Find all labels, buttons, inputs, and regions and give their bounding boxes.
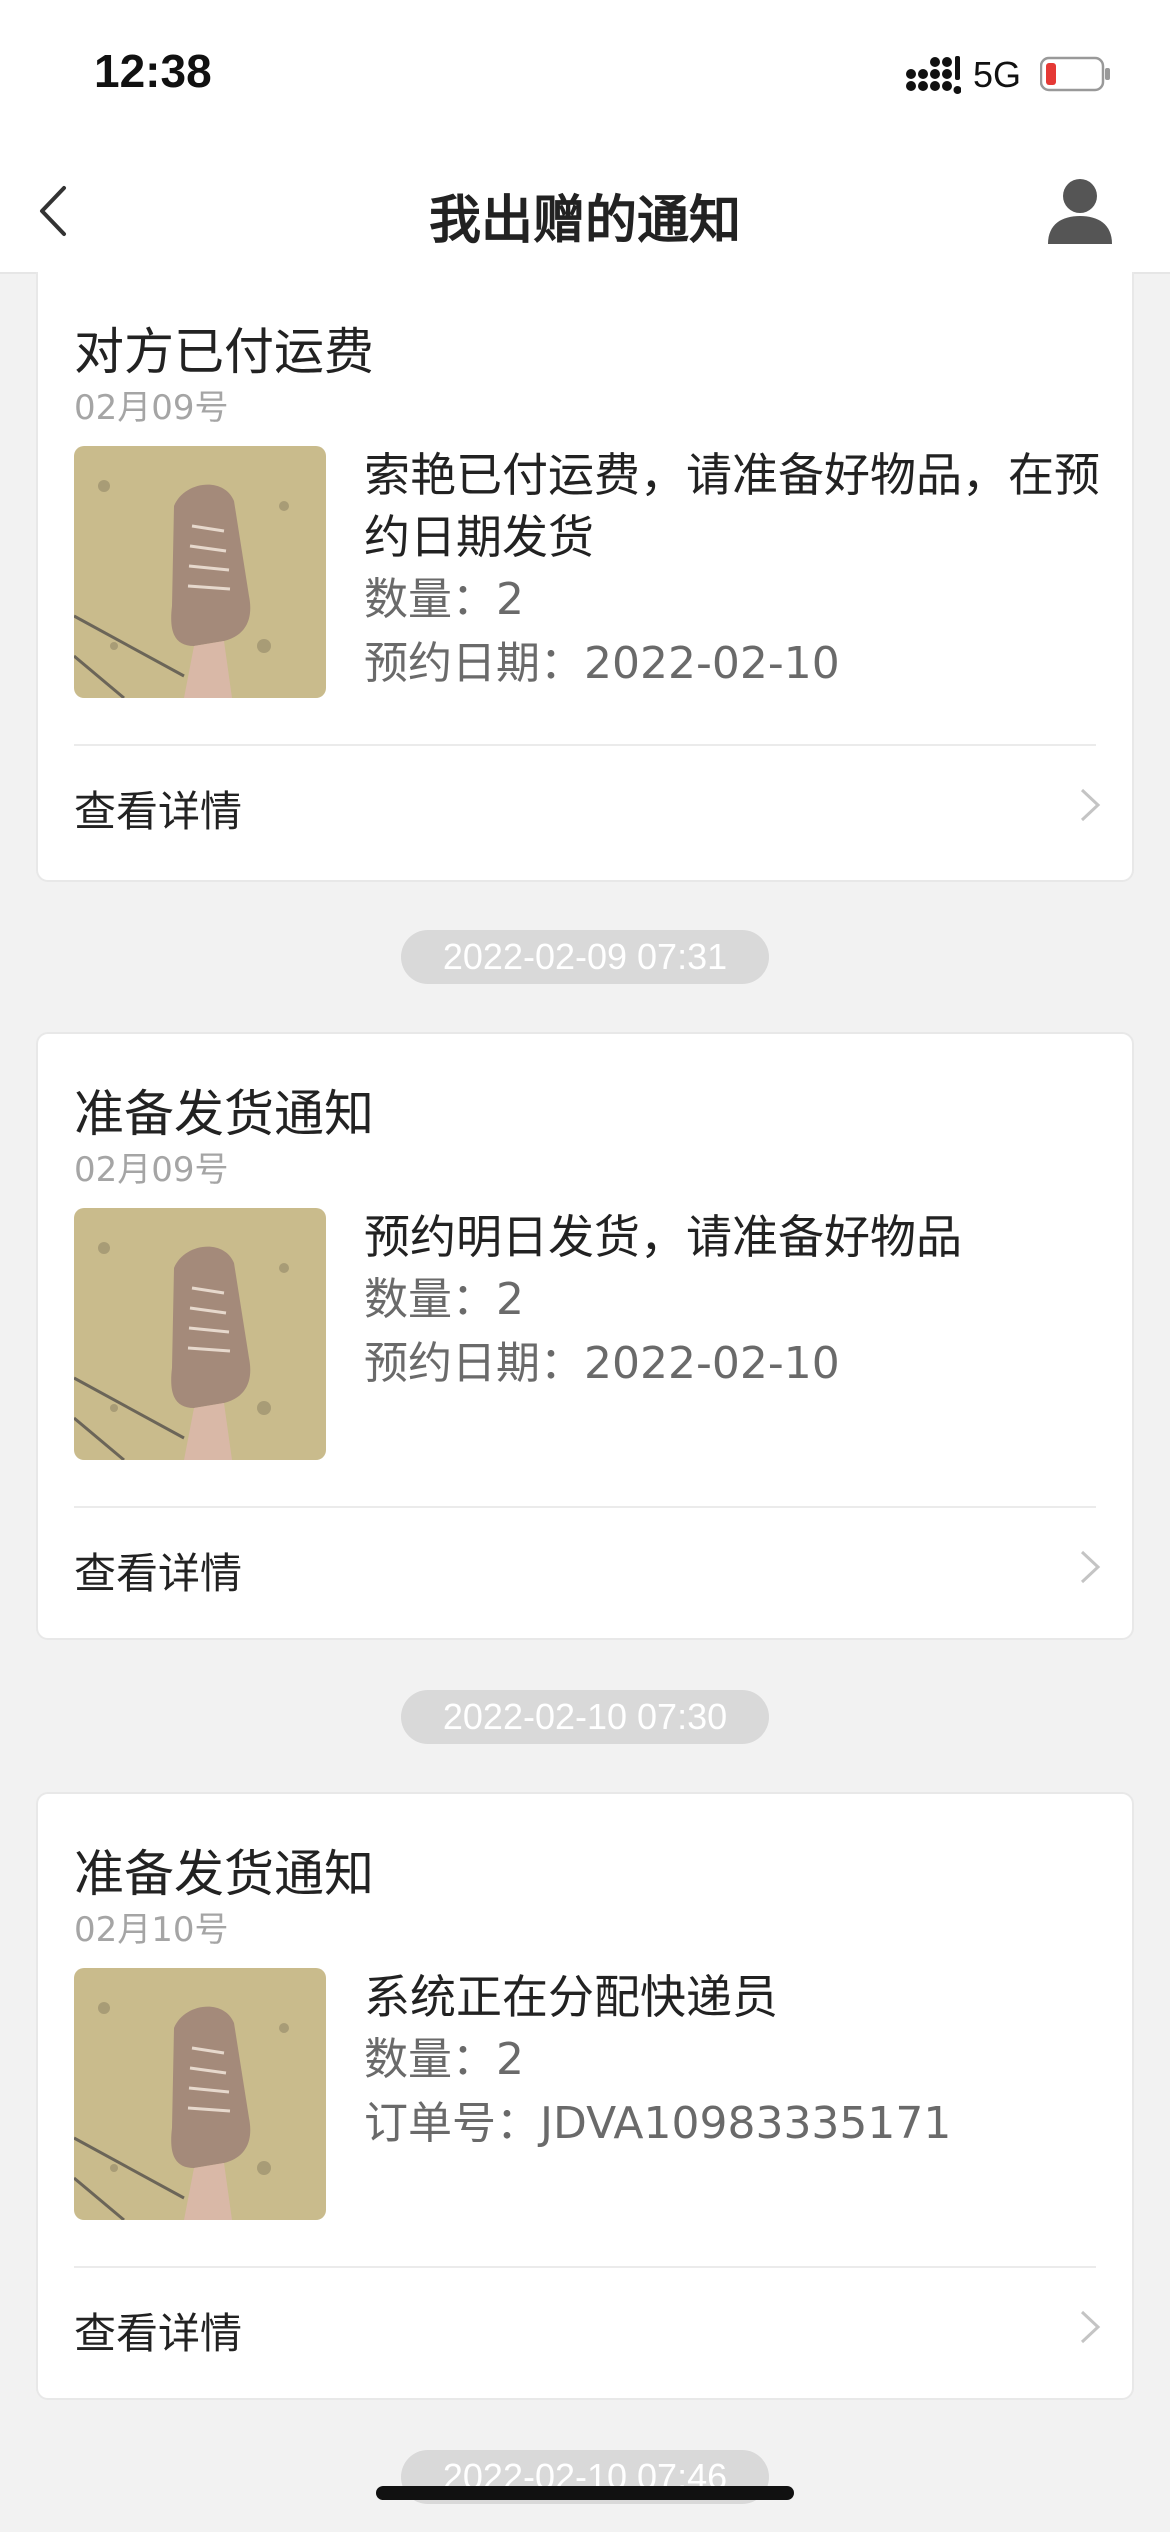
nav-bar: 我出赠的通知 — [0, 150, 1170, 274]
divider — [74, 744, 1096, 746]
page-title: 我出赠的通知 — [428, 191, 741, 251]
chevron-right-icon[interactable] — [1078, 784, 1102, 826]
divider — [74, 1506, 1096, 1508]
notification-date: 02月10号 — [74, 1910, 229, 1950]
order-number-text: 订单号：JDVA10983335171 — [364, 2098, 952, 2149]
chevron-right-icon[interactable] — [1078, 1546, 1102, 1588]
quantity-text: 数量：2 — [364, 2034, 524, 2085]
product-thumbnail[interactable] — [74, 1968, 326, 2220]
quantity-text: 数量：2 — [364, 574, 524, 625]
notification-body: 系统正在分配快递员 数量：2 订单号：JDVA10983335171 — [364, 1966, 1104, 2156]
quantity-text: 数量：2 — [364, 1274, 524, 1325]
status-time: 12:38 — [94, 45, 212, 97]
notification-title: 准备发货通知 — [74, 1085, 374, 1143]
view-details-link[interactable]: 查看详情 — [74, 778, 242, 839]
notification-message: 索艳已付运费，请准备好物品，在预约日期发货 — [364, 448, 1100, 564]
notification-card: 对方已付运费 02月09号 索艳已付运费，请准备好物品，在预约日期发货 数量：2… — [36, 272, 1134, 882]
notification-date: 02月09号 — [74, 1150, 229, 1190]
notification-title: 准备发货通知 — [74, 1845, 374, 1903]
battery-icon — [1040, 56, 1110, 92]
product-thumbnail[interactable] — [74, 446, 326, 698]
divider — [74, 2266, 1096, 2268]
signal-icon — [906, 56, 961, 94]
network-type: 5G — [973, 54, 1022, 95]
notification-date: 02月09号 — [74, 388, 229, 428]
status-bar: 12:38 5G — [0, 0, 1170, 150]
timestamp-pill: 2022-02-10 07:30 — [401, 1690, 769, 1744]
notification-message: 系统正在分配快递员 — [364, 1970, 778, 2024]
reserve-date-text: 预约日期：2022-02-10 — [364, 638, 840, 689]
notification-body: 索艳已付运费，请准备好物品，在预约日期发货 数量：2 预约日期：2022-02-… — [364, 444, 1104, 696]
notification-body: 预约明日发货，请准备好物品 数量：2 预约日期：2022-02-10 — [364, 1206, 1104, 1396]
notification-title: 对方已付运费 — [74, 323, 374, 381]
reserve-date-text: 预约日期：2022-02-10 — [364, 1338, 840, 1389]
view-details-link[interactable]: 查看详情 — [74, 1540, 242, 1601]
notification-card: 准备发货通知 02月10号 系统正在分配快递员 数量：2 订单号：JDVA109… — [36, 1792, 1134, 2400]
home-indicator[interactable] — [376, 2486, 794, 2500]
product-thumbnail[interactable] — [74, 1208, 326, 1460]
view-details-link[interactable]: 查看详情 — [74, 2300, 242, 2361]
notification-message: 预约明日发货，请准备好物品 — [364, 1210, 962, 1264]
chevron-right-icon[interactable] — [1078, 2306, 1102, 2348]
timestamp-pill: 2022-02-09 07:31 — [401, 930, 769, 984]
user-icon[interactable] — [1040, 170, 1120, 250]
notification-card: 准备发货通知 02月09号 预约明日发货，请准备好物品 数量：2 预约日期：20… — [36, 1032, 1134, 1640]
